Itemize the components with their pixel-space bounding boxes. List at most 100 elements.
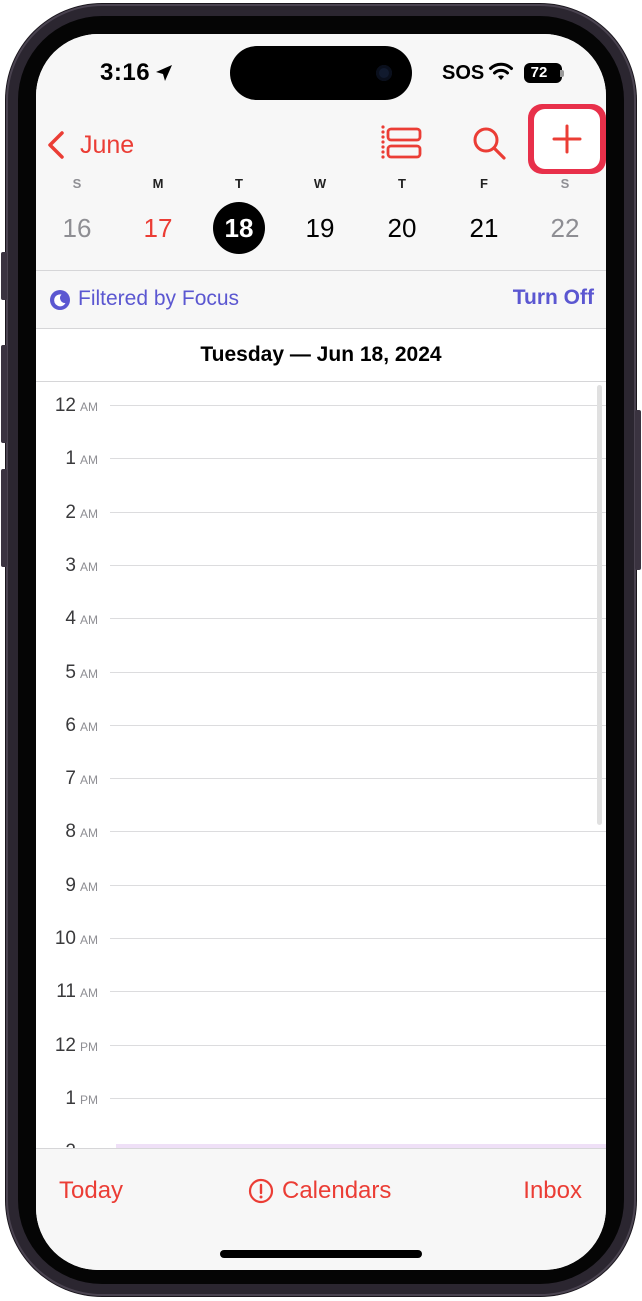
focus-filter-bar: Filtered by Focus Turn Off <box>36 271 606 328</box>
hour-gridline <box>110 1044 606 1046</box>
status-bar: 3:16 SOS 72 <box>36 34 606 118</box>
battery-cap <box>560 70 564 77</box>
hour-gridline <box>110 938 606 939</box>
hour-label: 4 <box>65 608 76 630</box>
hour-row[interactable]: 12 AM <box>36 395 606 416</box>
front-camera <box>376 65 392 81</box>
hour-period: AM <box>80 666 98 681</box>
hour-gridline <box>110 1097 606 1099</box>
weekday-label: T <box>235 176 243 191</box>
hour-row[interactable]: 3 AM <box>36 555 606 576</box>
hour-label: 2 <box>65 501 76 523</box>
day-title: Tuesday — Jun 18, 2024 <box>36 329 606 381</box>
battery-level: 72 <box>530 64 548 81</box>
date-cell[interactable]: 22 <box>539 202 591 254</box>
hour-gridline <box>110 511 606 513</box>
hour-row[interactable]: 2 AM <box>36 501 606 523</box>
hour-label: 7 <box>65 768 76 790</box>
hour-row[interactable]: 9 AM <box>36 875 606 896</box>
hour-period: AM <box>80 933 98 947</box>
hour-label: 2 <box>36 1141 76 1148</box>
hour-gridline <box>110 458 606 460</box>
hour-label: 12 <box>54 395 76 416</box>
weekday-label: S <box>72 176 82 191</box>
week-dates: 16 17 18 19 20 21 22 <box>36 202 606 256</box>
inbox-button[interactable]: Inbox <box>523 1177 582 1205</box>
hour-gridline <box>110 618 606 620</box>
search-icon[interactable] <box>470 122 510 166</box>
hour-label: 1 <box>65 448 76 470</box>
back-button[interactable]: June <box>46 125 134 165</box>
carrier-status: SOS <box>442 62 485 84</box>
moon-icon <box>50 290 70 310</box>
plus-icon <box>552 124 582 154</box>
weekday-labels: S M T W T F S <box>36 176 606 196</box>
hour-period: AM <box>80 879 98 894</box>
turn-off-focus-button[interactable]: Turn Off <box>513 286 594 310</box>
hour-period: AM <box>80 719 98 734</box>
weekday-label: W <box>313 176 327 191</box>
list-view-icon[interactable] <box>380 122 424 166</box>
hour-row[interactable]: 11 AM <box>36 981 606 1003</box>
focus-filter-label: Filtered by Focus <box>78 287 240 310</box>
weekday-label: M <box>152 176 164 191</box>
power-button <box>635 410 641 570</box>
screen: 3:16 SOS 72 June S M T W T F S 16 17 18 … <box>36 34 606 1270</box>
day-timeline[interactable]: 2 1 PM 12 PM 11 AM 10 AM 9 AM 8 AM 7 AM 6 AM 5 AM 4 AM 3 AM 2 AM… <box>36 382 606 1148</box>
hour-gridline <box>110 991 606 993</box>
hour-period: AM <box>80 559 98 574</box>
hour-gridline <box>110 564 606 566</box>
hour-row[interactable]: 5 AM <box>36 661 606 683</box>
hour-label: 5 <box>65 661 76 683</box>
chevron-left-icon <box>48 131 64 159</box>
hour-period: AM <box>80 773 98 788</box>
weekday-label: S <box>560 176 570 191</box>
weekday-label: F <box>480 176 488 191</box>
hour-gridline <box>110 884 606 886</box>
date-cell-selected[interactable]: 18 <box>213 202 265 254</box>
hour-period: PM <box>80 1039 98 1054</box>
hour-period: AM <box>80 453 98 468</box>
hour-label: 11 <box>56 981 76 1003</box>
hour-period: AM <box>80 400 98 414</box>
calendar-header: June S M T W T F S 16 17 18 19 20 21 22 <box>36 104 606 270</box>
hour-gridline <box>110 671 606 673</box>
hour-period: PM <box>80 1092 98 1107</box>
hour-row[interactable]: 1 PM <box>36 1087 606 1109</box>
date-cell[interactable]: 16 <box>51 202 103 254</box>
hour-row[interactable]: 8 AM <box>36 821 606 843</box>
battery-icon: 72 <box>524 63 562 83</box>
hour-row[interactable]: 7 AM <box>36 768 606 790</box>
today-button[interactable]: Today <box>59 1177 123 1205</box>
hour-period: AM <box>80 613 98 628</box>
hour-period: AM <box>80 986 98 1001</box>
exclamation-circle-icon <box>248 1178 274 1204</box>
hour-row[interactable]: 1 AM <box>36 448 606 470</box>
hour-label: 12 <box>54 1034 76 1056</box>
volume-down-button <box>1 469 7 567</box>
dynamic-island <box>230 46 412 100</box>
hour-period: AM <box>80 826 98 841</box>
hour-row[interactable]: 6 AM <box>36 715 606 736</box>
calendars-button[interactable]: Calendars <box>248 1177 391 1205</box>
calendars-label: Calendars <box>282 1177 392 1204</box>
hour-label: 8 <box>65 821 76 843</box>
hour-label: 10 <box>54 928 76 949</box>
status-time: 3:16 <box>100 59 151 86</box>
add-event-button[interactable] <box>534 109 600 169</box>
scroll-indicator[interactable] <box>597 385 602 825</box>
hour-period: AM <box>80 506 98 521</box>
location-arrow-icon <box>156 65 172 81</box>
back-label: June <box>80 130 135 159</box>
hour-row[interactable]: 12 PM <box>36 1034 606 1056</box>
hour-row[interactable]: 4 AM <box>36 608 606 630</box>
date-cell[interactable]: 21 <box>458 202 510 254</box>
date-cell[interactable]: 20 <box>376 202 428 254</box>
date-cell[interactable]: 19 <box>294 202 346 254</box>
hour-row[interactable]: 10 AM <box>36 928 606 949</box>
hour-label: 1 <box>65 1087 76 1109</box>
date-cell-today[interactable]: 17 <box>132 202 184 254</box>
home-indicator[interactable] <box>220 1250 422 1258</box>
hour-gridline <box>110 405 606 406</box>
hour-gridline <box>110 831 606 833</box>
